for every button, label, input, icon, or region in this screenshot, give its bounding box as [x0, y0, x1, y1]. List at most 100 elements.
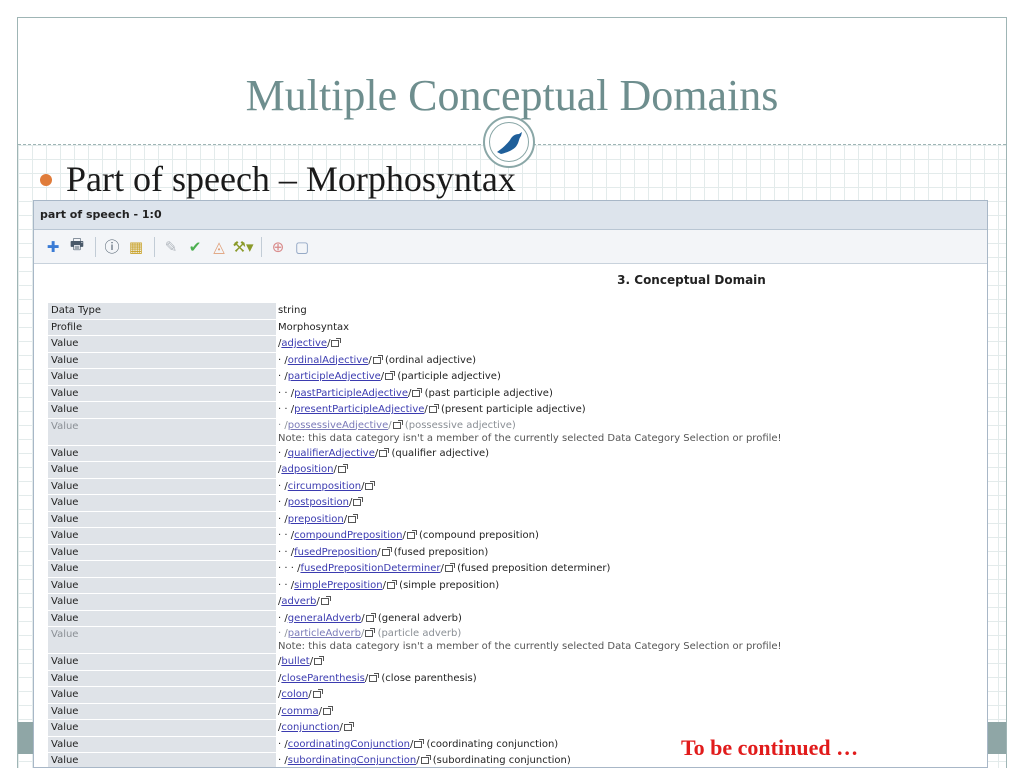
category-link[interactable]: presentParticipleAdjective — [294, 404, 424, 415]
add-icon[interactable]: ✚ — [42, 236, 64, 258]
external-link-icon[interactable] — [420, 755, 431, 764]
row-label: Value — [48, 670, 276, 686]
category-description: (past participle adjective) — [424, 387, 553, 399]
print-icon[interactable]: 🖶 — [66, 235, 88, 258]
category-link[interactable]: fusedPrepositionDeterminer — [300, 563, 440, 574]
external-link-icon[interactable] — [365, 628, 376, 637]
category-link[interactable]: ordinalAdjective — [288, 355, 369, 366]
indent-prefix: · — [278, 755, 285, 766]
globe-icon[interactable]: ⊕ — [267, 236, 289, 258]
row-value: · /subordinatingConjunction/ (subordinat… — [276, 753, 987, 767]
indent-prefix: · · — [278, 387, 291, 399]
indent-prefix: · — [278, 513, 285, 525]
row-label: Value — [48, 528, 276, 544]
category-link[interactable]: postposition — [288, 497, 349, 508]
external-link-icon[interactable] — [353, 497, 364, 506]
row-value: /bullet/ — [276, 654, 987, 670]
category-description: (compound preposition) — [419, 530, 539, 541]
info-icon[interactable]: ⓘ — [101, 236, 123, 258]
broadcast-icon[interactable]: ◬ — [208, 236, 230, 258]
row-value: · · /compoundPreposition/ (compound prep… — [276, 528, 987, 544]
external-link-icon[interactable] — [385, 371, 396, 380]
external-link-icon[interactable] — [392, 419, 403, 429]
row-value: · /particleAdverb/ (particle adverb) Note… — [276, 627, 987, 653]
category-link[interactable]: adjective — [281, 338, 327, 349]
indent-prefix: · — [278, 497, 285, 508]
category-description: (ordinal adjective) — [384, 354, 477, 366]
category-link[interactable]: adverb — [281, 596, 316, 607]
external-link-icon[interactable] — [320, 596, 331, 605]
tools-dropdown-icon[interactable]: ⚒▾ — [232, 236, 254, 258]
edit-icon[interactable]: ✎ — [160, 236, 182, 258]
external-link-icon[interactable] — [331, 338, 342, 347]
indent-prefix: · — [278, 612, 285, 624]
logo-ring — [489, 122, 529, 162]
category-link[interactable]: adposition — [281, 464, 333, 475]
row-label: Value — [48, 736, 276, 752]
row-value-main: /conjunction/ — [278, 722, 354, 733]
calculator-icon[interactable]: ▦ — [125, 236, 147, 258]
table-row: Value · · /compoundPreposition/ (compound… — [48, 528, 987, 545]
external-link-icon[interactable] — [314, 656, 325, 665]
external-link-icon[interactable] — [381, 546, 392, 556]
toolbar-separator — [154, 236, 155, 257]
category-link[interactable]: circumposition — [288, 481, 361, 492]
row-value: /adverb/ — [276, 594, 987, 610]
table-row: Value · · /pastParticipleAdjective/ (past… — [48, 385, 987, 402]
row-label: Value — [48, 511, 276, 527]
external-link-icon[interactable] — [386, 579, 397, 589]
category-link[interactable]: closeParenthesis — [281, 673, 364, 684]
category-link[interactable]: generalAdverb — [288, 613, 362, 624]
row-value-main: · /postposition/ — [278, 497, 364, 508]
category-link[interactable]: conjunction — [281, 722, 339, 733]
category-description: (possessive adjective) — [404, 419, 516, 431]
external-link-icon[interactable] — [414, 738, 425, 748]
category-link[interactable]: coordinatingConjunction — [288, 739, 410, 750]
row-value: Morphosyntax — [276, 320, 987, 336]
category-link[interactable]: bullet — [281, 656, 309, 667]
category-link[interactable]: possessiveAdjective — [288, 420, 389, 431]
continued-note: To be continued … — [677, 735, 863, 761]
row-value-main: /comma/ — [278, 705, 333, 717]
external-link-icon[interactable] — [379, 447, 390, 457]
row-value-main: /closeParenthesis/ (close parenthesis) — [278, 672, 477, 684]
category-link[interactable]: qualifierAdjective — [288, 448, 375, 459]
row-value-main: · /circumposition/ — [278, 480, 376, 492]
external-link-icon[interactable] — [365, 480, 376, 490]
table-row: Value · /postposition/ — [48, 495, 987, 512]
external-link-icon[interactable] — [312, 689, 323, 698]
external-link-icon[interactable] — [365, 612, 376, 622]
external-link-icon[interactable] — [322, 705, 333, 715]
external-link-icon[interactable] — [412, 387, 423, 397]
external-link-icon[interactable] — [348, 513, 359, 523]
row-value-main: · · · /fusedPrepositionDeterminer/ (fuse… — [278, 563, 611, 574]
row-value-main: /colon/ — [278, 689, 323, 700]
table-row: Data Type string — [48, 303, 987, 320]
category-link[interactable]: pastParticipleAdjective — [294, 388, 408, 399]
category-link[interactable]: particleAdverb — [288, 628, 361, 639]
category-link[interactable]: compoundPreposition — [294, 530, 402, 541]
row-value: · /preposition/ — [276, 512, 987, 528]
external-link-icon[interactable] — [369, 672, 380, 682]
external-link-icon[interactable] — [428, 404, 439, 413]
category-link[interactable]: colon — [281, 689, 308, 700]
category-link[interactable]: comma — [281, 706, 318, 717]
external-link-icon[interactable] — [444, 563, 455, 572]
row-value-main: · · /pastParticipleAdjective/ (past part… — [278, 387, 553, 399]
document-icon[interactable]: ▢ — [291, 236, 313, 258]
category-link[interactable]: simplePreposition — [294, 580, 383, 591]
check-icon[interactable]: ✔ — [184, 236, 206, 258]
external-link-icon[interactable] — [406, 530, 417, 539]
external-link-icon[interactable] — [337, 464, 348, 473]
row-value-main: · · /fusedPreposition/ (fused prepositio… — [278, 546, 489, 558]
window-title: part of speech - 1:0 — [34, 201, 987, 230]
category-description: (particle adverb) — [377, 628, 462, 639]
category-link[interactable]: subordinatingConjunction — [288, 755, 416, 766]
category-link[interactable]: fusedPreposition — [294, 547, 377, 558]
table-row: Value/colon/ — [48, 687, 987, 704]
external-link-icon[interactable] — [372, 354, 383, 364]
external-link-icon[interactable] — [343, 722, 354, 731]
category-link[interactable]: preposition — [288, 514, 344, 525]
row-value: /adjective/ — [276, 336, 987, 352]
category-link[interactable]: participleAdjective — [288, 371, 381, 382]
